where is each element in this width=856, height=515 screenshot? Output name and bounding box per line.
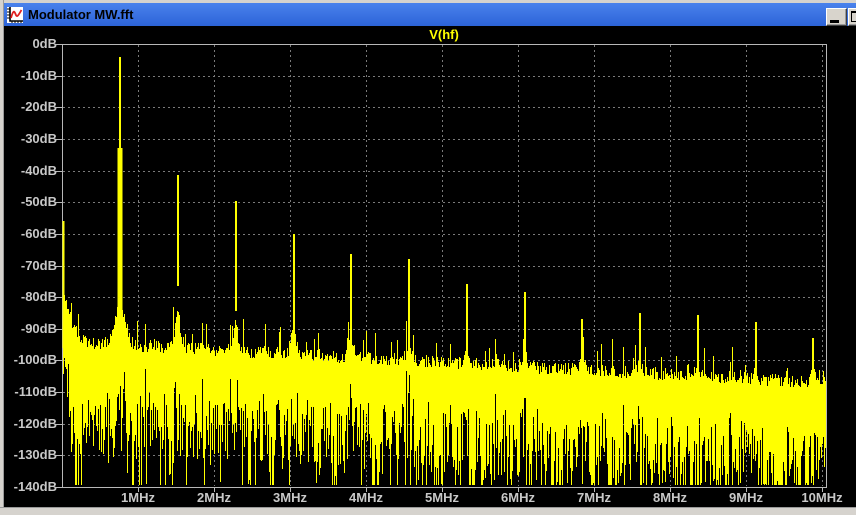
x-axis-label: 8MHz <box>640 490 700 505</box>
window-frame-bottom <box>0 507 856 515</box>
window-frame-left <box>0 0 4 515</box>
y-axis-label: -100dB <box>0 352 57 367</box>
y-axis-label: -40dB <box>0 163 57 178</box>
y-axis-label: -80dB <box>0 289 57 304</box>
y-axis-label: 0dB <box>0 36 57 51</box>
y-axis-label: -20dB <box>0 99 57 114</box>
y-axis-label: -30dB <box>0 131 57 146</box>
y-axis-label: -120dB <box>0 416 57 431</box>
x-axis-label: 10MHz <box>792 490 852 505</box>
x-axis-label: 5MHz <box>412 490 472 505</box>
x-axis-label: 1MHz <box>108 490 168 505</box>
x-axis-label: 2MHz <box>184 490 244 505</box>
y-axis-label: -110dB <box>0 384 57 399</box>
y-axis-label: -130dB <box>0 447 57 462</box>
y-axis-label: -10dB <box>0 68 57 83</box>
y-axis-label: -50dB <box>0 194 57 209</box>
y-axis-label: -70dB <box>0 258 57 273</box>
y-axis-label: -60dB <box>0 226 57 241</box>
x-axis-label: 4MHz <box>336 490 396 505</box>
fft-noise-floor <box>64 291 826 485</box>
x-axis-label: 7MHz <box>564 490 624 505</box>
plot-area[interactable] <box>0 0 856 515</box>
x-axis-label: 9MHz <box>716 490 776 505</box>
x-axis-label: 6MHz <box>488 490 548 505</box>
waveform-viewer-window: Modulator MW.fft V(hf) 0dB-10dB-20dB-30d… <box>0 0 856 515</box>
x-axis-label: 3MHz <box>260 490 320 505</box>
y-axis-label: -140dB <box>0 479 57 494</box>
y-axis-label: -90dB <box>0 321 57 336</box>
